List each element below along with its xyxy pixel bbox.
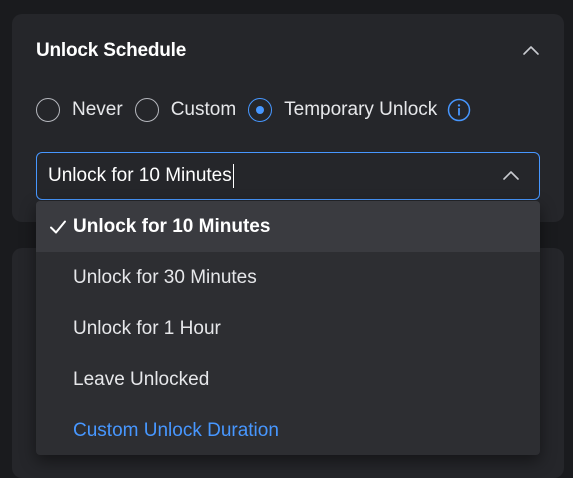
menu-item-1-hour[interactable]: Unlock for 1 Hour xyxy=(36,303,540,354)
radio-label-never: Never xyxy=(72,99,123,120)
radio-temporary-unlock[interactable] xyxy=(248,98,273,122)
section-title: Unlock Schedule xyxy=(36,40,187,61)
menu-item-30-minutes[interactable]: Unlock for 30 Minutes xyxy=(36,252,540,303)
chevron-up-icon xyxy=(503,171,519,180)
schedule-radio-group: Never Custom Temporary Unlock xyxy=(36,96,471,124)
menu-item-label: Unlock for 10 Minutes xyxy=(73,215,271,237)
duration-dropdown-menu: Unlock for 10 Minutes Unlock for 30 Minu… xyxy=(36,201,540,455)
menu-item-label: Custom Unlock Duration xyxy=(73,419,279,441)
radio-custom[interactable] xyxy=(134,98,159,122)
select-chevron-button[interactable] xyxy=(501,166,521,186)
chevron-up-icon xyxy=(523,46,539,55)
check-icon xyxy=(50,220,66,234)
text-caret xyxy=(232,164,235,188)
radio-option-custom[interactable]: Custom xyxy=(134,98,237,122)
radio-label-temporary-unlock: Temporary Unlock xyxy=(284,99,438,120)
menu-item-custom-unlock-duration[interactable]: Custom Unlock Duration xyxy=(36,405,540,455)
radio-label-custom: Custom xyxy=(170,99,237,120)
unlock-duration-select[interactable]: Unlock for 10 Minutes xyxy=(36,152,540,200)
select-value: Unlock for 10 Minutes xyxy=(48,165,232,186)
radio-option-temporary-unlock[interactable]: Temporary Unlock xyxy=(248,98,437,122)
menu-item-label: Unlock for 1 Hour xyxy=(73,317,221,339)
info-icon[interactable] xyxy=(447,98,471,122)
menu-item-10-minutes[interactable]: Unlock for 10 Minutes xyxy=(36,201,540,252)
menu-item-label: Unlock for 30 Minutes xyxy=(73,266,257,288)
menu-item-leave-unlocked[interactable]: Leave Unlocked xyxy=(36,354,540,405)
radio-never[interactable] xyxy=(36,98,60,122)
collapse-button[interactable] xyxy=(520,40,542,62)
menu-item-label: Leave Unlocked xyxy=(73,368,210,390)
radio-option-never[interactable]: Never xyxy=(36,98,123,122)
